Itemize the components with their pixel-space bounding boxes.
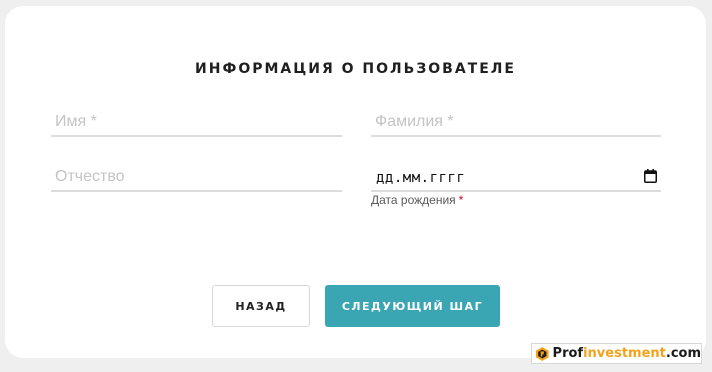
middle-name-field[interactable] <box>51 164 342 192</box>
middle-name-input[interactable] <box>51 164 342 190</box>
watermark-logo-icon <box>535 346 549 361</box>
watermark-text-prof: Prof <box>552 346 584 361</box>
birth-date-label-text: Дата рождения <box>371 193 456 207</box>
birth-date-label: Дата рождения * <box>371 193 463 207</box>
birth-date-value[interactable]: дд.мм.гггг <box>376 170 465 186</box>
watermark: Prof investment .com <box>531 343 702 364</box>
watermark-text-investment: investment <box>583 346 666 361</box>
next-step-button-label: СЛЕДУЮЩИЙ ШАГ <box>341 299 484 313</box>
watermark-text-domain: .com <box>665 346 701 361</box>
next-step-button[interactable]: СЛЕДУЮЩИЙ ШАГ <box>325 285 500 327</box>
back-button[interactable]: НАЗАД <box>212 285 310 327</box>
required-mark: * <box>458 193 464 207</box>
form-title: ИНФОРМАЦИЯ О ПОЛЬЗОВАТЕЛЕ <box>195 61 516 77</box>
first-name-input[interactable] <box>51 109 342 135</box>
user-info-card: ИНФОРМАЦИЯ О ПОЛЬЗОВАТЕЛЕ дд.мм.гггг Дат… <box>5 6 706 358</box>
birth-date-field[interactable]: дд.мм.гггг <box>371 164 661 192</box>
calendar-icon[interactable] <box>644 169 657 183</box>
last-name-input[interactable] <box>371 109 661 135</box>
back-button-label: НАЗАД <box>235 299 287 313</box>
first-name-field[interactable] <box>51 109 342 137</box>
last-name-field[interactable] <box>371 109 661 137</box>
